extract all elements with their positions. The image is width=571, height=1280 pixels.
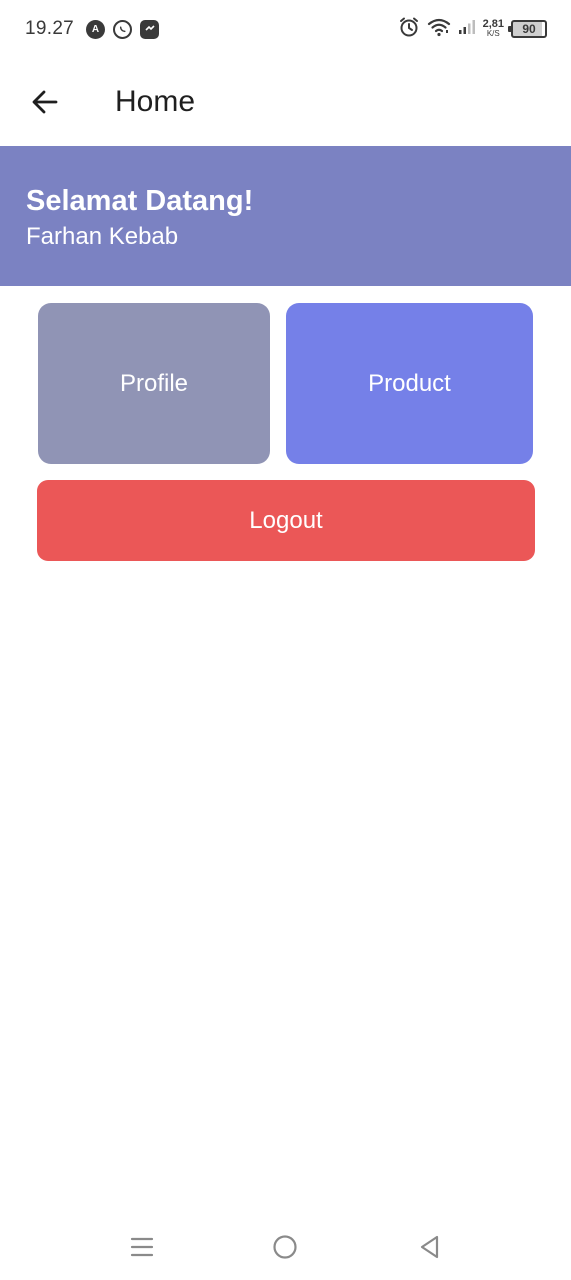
home-circle-icon [273, 1235, 297, 1259]
whatsapp-icon [113, 19, 133, 39]
user-name: Farhan Kebab [26, 223, 179, 250]
status-left: 19.27 A [25, 18, 160, 40]
welcome-banner: Selamat Datang! Farhan Kebab [0, 146, 571, 286]
back-button[interactable] [0, 58, 90, 146]
status-bar: 19.27 A 2,81 K/S 90 [0, 0, 571, 58]
logout-label: Logout [249, 506, 323, 534]
app-screen: 19.27 A 2,81 K/S 90 Home Selamat Datang!… [0, 0, 571, 1280]
home-nav-button[interactable] [267, 1229, 303, 1265]
page-title: Home [115, 85, 196, 118]
alarm-icon [398, 16, 420, 43]
arrow-left-icon [32, 90, 58, 114]
recent-apps-button[interactable] [124, 1229, 160, 1265]
profile-label: Profile [119, 369, 189, 397]
profile-button[interactable]: Profile [38, 303, 270, 464]
network-speed-unit: K/S [486, 29, 500, 38]
app-bar: Home [0, 58, 571, 146]
system-nav-bar [0, 1215, 571, 1280]
status-time: 19.27 [25, 18, 75, 39]
product-button[interactable]: Product [286, 303, 533, 464]
wifi-icon [427, 17, 451, 42]
network-speed-value: 2,81 [482, 18, 504, 30]
status-right: 2,81 K/S 90 [398, 16, 547, 43]
battery-level: 90 [522, 22, 536, 36]
welcome-greeting: Selamat Datang! [26, 185, 254, 217]
messenger-icon [140, 19, 160, 39]
network-speed: 2,81 K/S [482, 18, 504, 39]
recent-apps-icon [130, 1237, 154, 1257]
app-a-icon: A [86, 19, 106, 39]
back-nav-button[interactable] [411, 1229, 447, 1265]
back-triangle-icon [420, 1235, 439, 1259]
product-label: Product [368, 369, 451, 397]
logout-button[interactable]: Logout [37, 480, 535, 561]
battery-icon: 90 [508, 20, 547, 38]
signal-icon [458, 19, 476, 40]
